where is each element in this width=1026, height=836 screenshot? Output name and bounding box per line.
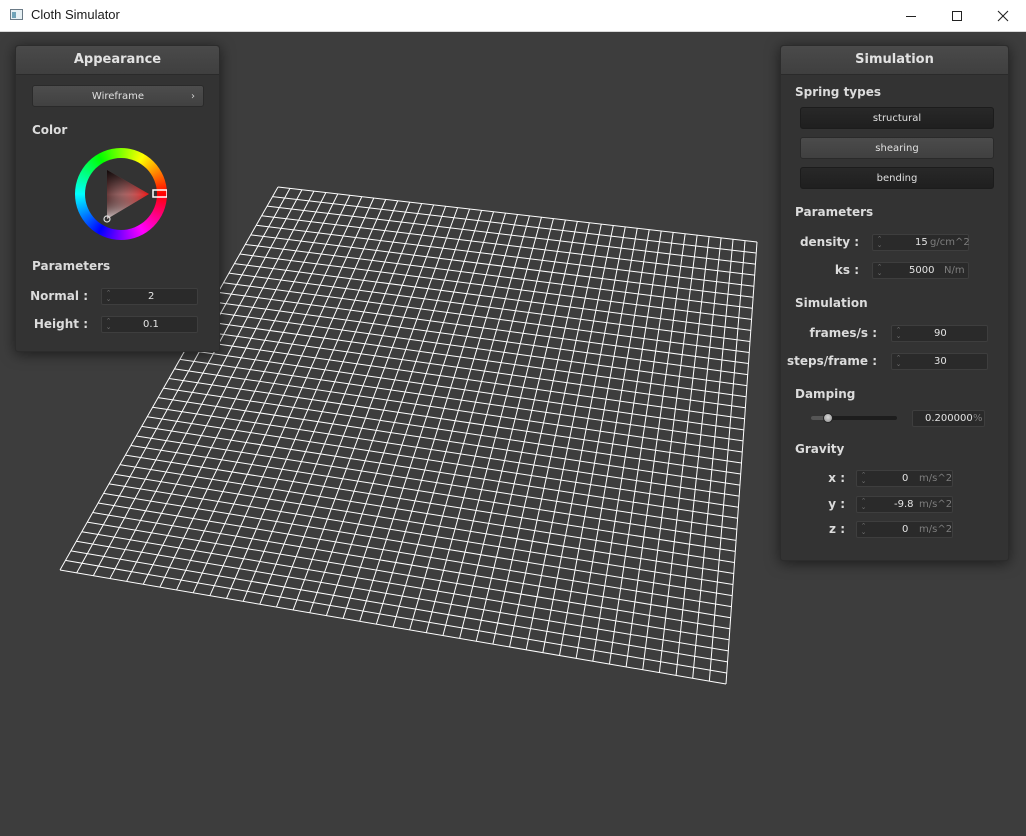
damping-slider[interactable]: [811, 413, 897, 423]
appearance-panel: Appearance Wireframe › Color Parameters …: [15, 45, 220, 352]
gravity-x-input[interactable]: ⌃ ⌄ 0 m/s^2: [856, 470, 953, 487]
hue-marker[interactable]: [152, 189, 167, 198]
color-label: Color: [32, 123, 68, 137]
cloth-grid-line: [59, 569, 727, 685]
spinner-icon[interactable]: ⌃ ⌄: [860, 523, 867, 536]
spinner-icon[interactable]: ⌃ ⌄: [105, 290, 112, 303]
spring-structural-button[interactable]: structural: [800, 107, 994, 129]
spinner-icon[interactable]: ⌃ ⌄: [876, 236, 883, 249]
cloth-grid-line: [65, 559, 727, 674]
render-mode-dropdown[interactable]: Wireframe ›: [32, 85, 204, 107]
render-mode-value: Wireframe: [91, 91, 145, 102]
spinner-icon[interactable]: ⌃ ⌄: [895, 327, 902, 340]
damping-label: Damping: [795, 387, 856, 401]
spinner-icon[interactable]: ⌃ ⌄: [860, 472, 867, 485]
frames-per-s-label: frames/s :: [809, 326, 877, 340]
window-titlebar[interactable]: Cloth Simulator: [0, 0, 1026, 32]
normal-label: Normal :: [30, 289, 88, 303]
ks-label: ks :: [834, 263, 859, 277]
maximize-icon: [952, 10, 962, 21]
cloth-grid-line: [76, 540, 729, 652]
simulation-panel-title: Simulation: [781, 46, 1008, 75]
maximize-button[interactable]: [934, 0, 980, 31]
cloth-grid-line: [642, 235, 698, 670]
steps-per-frame-label: steps/frame :: [787, 354, 877, 368]
damping-slider-handle[interactable]: [823, 413, 834, 423]
gravity-z-label: z :: [829, 522, 845, 536]
spinner-icon[interactable]: ⌃ ⌄: [860, 498, 867, 511]
gravity-label: Gravity: [795, 442, 845, 456]
spinner-icon[interactable]: ⌃ ⌄: [876, 264, 883, 277]
simulation-section-label: Simulation: [795, 296, 868, 310]
gravity-y-input[interactable]: ⌃ ⌄ -9.8 m/s^2: [856, 496, 953, 513]
close-icon: [997, 10, 1009, 21]
saturation-triangle[interactable]: [75, 148, 167, 240]
appearance-panel-title: Appearance: [16, 46, 219, 75]
ks-input[interactable]: ⌃ ⌄ 5000 N/m: [872, 262, 969, 279]
color-wheel[interactable]: [75, 148, 167, 240]
steps-per-frame-input[interactable]: ⌃ ⌄ 30: [891, 353, 988, 370]
minimize-icon: [906, 15, 916, 17]
density-label: density :: [799, 235, 859, 249]
height-label: Height :: [33, 317, 88, 331]
spring-bending-button[interactable]: bending: [800, 167, 994, 189]
close-button[interactable]: [980, 0, 1026, 31]
cloth-grid-line: [725, 241, 758, 685]
spinner-icon[interactable]: ⌃ ⌄: [895, 355, 902, 368]
normal-input[interactable]: ⌃ ⌄ 2: [101, 288, 198, 305]
app-icon: [10, 9, 23, 20]
window-title: Cloth Simulator: [31, 7, 120, 22]
appearance-parameters-label: Parameters: [32, 259, 111, 273]
gravity-y-label: y :: [828, 497, 845, 511]
frames-per-s-input[interactable]: ⌃ ⌄ 90: [891, 325, 988, 342]
spring-shearing-button[interactable]: shearing: [800, 137, 994, 159]
cloth-grid-line: [658, 236, 710, 673]
density-input[interactable]: ⌃ ⌄ 15 g/cm^2: [872, 234, 970, 251]
damping-input[interactable]: 0.200000 %: [912, 410, 985, 427]
simulation-panel: Simulation Spring types structural shear…: [780, 45, 1009, 561]
simulation-parameters-label: Parameters: [795, 205, 874, 219]
height-input[interactable]: ⌃ ⌄ 0.1: [101, 316, 198, 333]
spinner-icon[interactable]: ⌃ ⌄: [105, 318, 112, 331]
chevron-right-icon: ›: [191, 91, 195, 102]
spring-types-label: Spring types: [795, 85, 882, 99]
gravity-x-label: x :: [828, 471, 845, 485]
gravity-z-input[interactable]: ⌃ ⌄ 0 m/s^2: [856, 521, 953, 538]
minimize-button[interactable]: [888, 0, 934, 31]
